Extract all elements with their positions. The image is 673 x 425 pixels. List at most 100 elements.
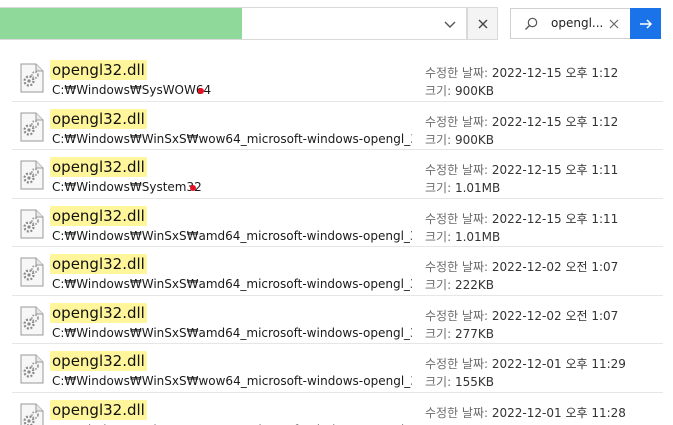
result-row[interactable]: opengl32.dll C:₩Windows₩WinSxS₩wow64_mic… xyxy=(12,394,663,425)
size-label: 크기: xyxy=(425,278,452,292)
modified-row: 수정한 날짜: 2022-12-15 오후 1:12 xyxy=(425,64,618,82)
size-value: 1.01MB xyxy=(454,229,501,244)
row-divider xyxy=(12,149,663,150)
file-name[interactable]: opengl32.dll xyxy=(50,205,147,226)
modified-row: 수정한 날짜: 2022-12-02 오전 1:07 xyxy=(425,258,618,276)
size-label: 크기: xyxy=(425,181,452,195)
modified-label: 수정한 날짜: xyxy=(425,66,489,80)
size-row: 크기: 166KB xyxy=(425,422,626,425)
file-name[interactable]: opengl32.dll xyxy=(50,254,147,274)
dll-file-icon xyxy=(20,354,44,384)
size-value: 155KB xyxy=(454,375,494,389)
size-row: 크기: 1.01MB xyxy=(425,179,618,197)
modified-row: 수정한 날짜: 2022-12-15 오후 1:11 xyxy=(425,161,618,179)
modified-value: 2022-12-15 오후 1:11 xyxy=(491,163,619,177)
result-row[interactable]: opengl32.dll C:₩Windows₩System32 수정한 날짜:… xyxy=(12,151,663,199)
file-name[interactable]: opengl32.dll xyxy=(50,351,147,371)
dll-file-icon xyxy=(20,403,44,425)
close-icon xyxy=(478,19,487,28)
file-name[interactable]: opengl32.dll xyxy=(50,60,147,80)
file-path: C:₩Windows₩WinSxS₩amd64_microsoft-window… xyxy=(52,277,412,291)
file-meta: 수정한 날짜: 2022-12-15 오후 1:12 크기: 900KB xyxy=(425,113,618,149)
result-row[interactable]: opengl32.dll C:₩Windows₩WinSxS₩amd64_mic… xyxy=(12,248,663,296)
result-row[interactable]: opengl32.dll C:₩Windows₩WinSxS₩amd64_mic… xyxy=(12,200,663,248)
file-meta: 수정한 날짜: 2022-12-15 오후 1:11 크기: 1.01MB xyxy=(425,161,618,197)
dll-file-icon xyxy=(20,257,44,287)
row-divider xyxy=(12,246,663,247)
modified-row: 수정한 날짜: 2022-12-15 오후 1:12 xyxy=(425,113,618,131)
dll-file-icon xyxy=(20,63,44,93)
modified-row: 수정한 날짜: 2022-12-02 오전 1:07 xyxy=(425,307,618,325)
dll-file-icon xyxy=(20,209,44,238)
clear-address-button[interactable] xyxy=(467,7,498,40)
size-value: 900KB xyxy=(454,84,494,98)
status-dot xyxy=(198,88,204,94)
size-label: 크기: xyxy=(425,84,452,98)
size-label: 크기: xyxy=(425,326,452,341)
modified-value: 2022-12-15 오후 1:12 xyxy=(491,114,619,129)
modified-value: 2022-12-15 오후 1:12 xyxy=(491,66,619,80)
result-row[interactable]: opengl32.dll C:₩Windows₩WinSxS₩wow64_mic… xyxy=(12,345,663,393)
file-path: C:₩Windows₩WinSxS₩wow64_microsoft-window… xyxy=(52,131,412,146)
file-name[interactable]: opengl32.dll xyxy=(50,108,147,129)
address-bar[interactable] xyxy=(0,7,467,40)
modified-label: 수정한 날짜: xyxy=(425,357,489,371)
modified-value: 2022-12-01 오후 11:28 xyxy=(491,405,626,420)
modified-value: 2022-12-15 오후 1:11 xyxy=(491,211,619,226)
size-value: 1.01MB xyxy=(454,181,501,195)
dll-file-icon xyxy=(20,306,44,335)
arrow-right-icon xyxy=(639,18,652,29)
size-label: 크기: xyxy=(425,132,452,147)
file-meta: 수정한 날짜: 2022-12-02 오전 1:07 크기: 222KB xyxy=(425,258,618,294)
file-path: C:₩Windows₩SysWOW64 xyxy=(52,83,212,97)
size-row: 크기: 900KB xyxy=(425,82,618,100)
result-row[interactable]: opengl32.dll C:₩Windows₩SysWOW64 수정한 날짜:… xyxy=(12,54,663,102)
modified-label: 수정한 날짜: xyxy=(425,405,489,420)
chevron-down-icon[interactable] xyxy=(442,16,458,32)
row-divider xyxy=(12,197,663,199)
dll-file-icon xyxy=(20,112,44,141)
search-input[interactable]: opengl... xyxy=(510,8,661,39)
size-value: 277KB xyxy=(454,326,494,341)
modified-value: 2022-12-01 오후 11:29 xyxy=(491,357,626,371)
dll-file-icon xyxy=(20,160,44,190)
file-path: C:₩Windows₩System32 xyxy=(52,180,202,194)
row-divider xyxy=(12,100,663,102)
result-row[interactable]: opengl32.dll C:₩Windows₩WinSxS₩amd64_mic… xyxy=(12,297,663,345)
modified-label: 수정한 날짜: xyxy=(425,114,489,129)
size-row: 크기: 277KB xyxy=(425,325,618,343)
modified-value: 2022-12-02 오전 1:07 xyxy=(491,308,619,323)
size-value: 222KB xyxy=(454,278,494,292)
row-divider xyxy=(12,343,663,344)
search-go-button[interactable] xyxy=(630,8,661,39)
search-icon xyxy=(525,17,538,30)
size-label: 크기: xyxy=(425,375,452,389)
search-bar: opengl... xyxy=(0,0,673,50)
result-row[interactable]: opengl32.dll C:₩Windows₩WinSxS₩wow64_mic… xyxy=(12,103,663,151)
modified-label: 수정한 날짜: xyxy=(425,211,489,226)
size-row: 크기: 155KB xyxy=(425,373,626,391)
file-meta: 수정한 날짜: 2022-12-15 오후 1:12 크기: 900KB xyxy=(425,64,618,100)
modified-row: 수정한 날짜: 2022-12-01 오후 11:29 xyxy=(425,355,626,373)
modified-row: 수정한 날짜: 2022-12-15 오후 1:11 xyxy=(425,210,618,228)
file-meta: 수정한 날짜: 2022-12-15 오후 1:11 크기: 1.01MB xyxy=(425,210,618,246)
modified-row: 수정한 날짜: 2022-12-01 오후 11:28 xyxy=(425,404,626,422)
status-dot xyxy=(190,185,196,191)
file-name[interactable]: opengl32.dll xyxy=(50,399,147,420)
size-label: 크기: xyxy=(425,229,452,244)
address-progress xyxy=(0,8,242,39)
search-query[interactable]: opengl... xyxy=(551,16,603,30)
size-value: 900KB xyxy=(454,132,494,147)
file-name[interactable]: opengl32.dll xyxy=(50,157,147,177)
file-path: C:₩Windows₩WinSxS₩amd64_microsoft-window… xyxy=(52,325,412,340)
file-name[interactable]: opengl32.dll xyxy=(50,302,147,323)
modified-label: 수정한 날짜: xyxy=(425,163,489,177)
file-path: C:₩Windows₩WinSxS₩wow64_microsoft-window… xyxy=(52,374,412,388)
file-meta: 수정한 날짜: 2022-12-02 오전 1:07 크기: 277KB xyxy=(425,307,618,343)
row-divider xyxy=(12,391,663,393)
close-icon[interactable] xyxy=(607,17,621,31)
size-row: 크기: 900KB xyxy=(425,131,618,149)
modified-label: 수정한 날짜: xyxy=(425,308,489,323)
file-meta: 수정한 날짜: 2022-12-01 오후 11:29 크기: 155KB xyxy=(425,355,626,391)
modified-value: 2022-12-02 오전 1:07 xyxy=(491,260,619,274)
